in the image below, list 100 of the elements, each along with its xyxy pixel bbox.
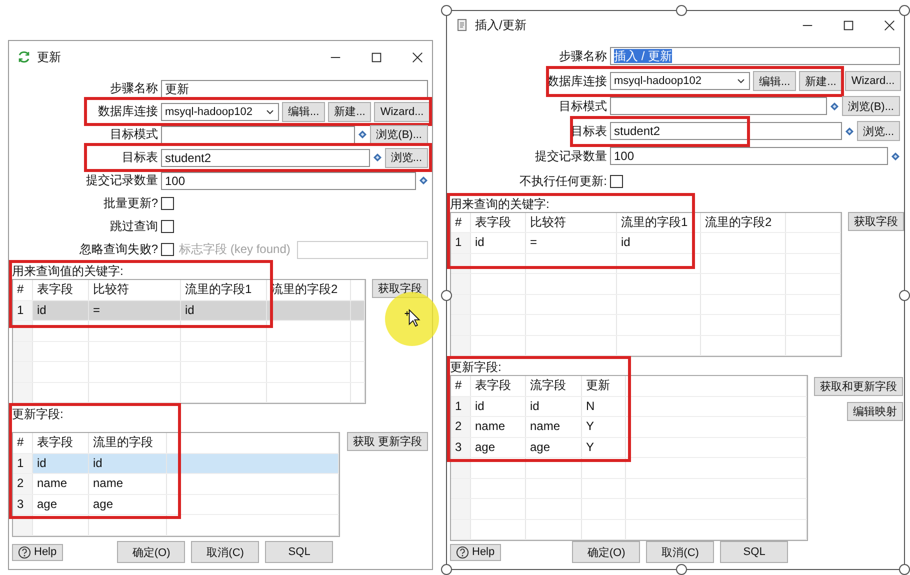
caret-icon[interactable] xyxy=(736,76,746,86)
get-fields-button[interactable]: 获取和更新字段 xyxy=(814,377,903,396)
maximize-icon[interactable] xyxy=(842,18,855,32)
text-field[interactable]: 更新 xyxy=(161,80,428,98)
table-row[interactable]: 1 id = id xyxy=(13,300,365,321)
checkbox[interactable] xyxy=(161,197,174,210)
section-label: 更新字段: xyxy=(12,407,64,422)
column-header[interactable]: 表字段 xyxy=(33,433,89,452)
checkbox[interactable] xyxy=(161,220,174,233)
text-field[interactable] xyxy=(161,126,356,144)
table-row[interactable]: 3 age age Y xyxy=(451,438,807,458)
column-header[interactable]: # xyxy=(451,376,471,396)
variable-icon xyxy=(830,102,840,110)
maximize-icon[interactable] xyxy=(370,50,383,64)
dialog-button[interactable]: 编辑... xyxy=(753,71,796,91)
dialog-button[interactable]: 编辑... xyxy=(282,102,326,122)
selection-handle[interactable] xyxy=(441,290,452,301)
selection-handle[interactable] xyxy=(441,564,452,575)
browse-button[interactable]: 浏览(B)... xyxy=(370,124,428,144)
table-cell: 3 xyxy=(451,438,471,457)
selection-handle[interactable] xyxy=(676,5,686,16)
dropdown[interactable]: msyql-hadoop102 xyxy=(161,102,279,120)
text-field[interactable]: 100 xyxy=(161,172,416,190)
column-header[interactable]: 流里的字段2 xyxy=(701,212,786,232)
field-label: 目标表 xyxy=(121,149,159,166)
dialog-button[interactable]: 新建... xyxy=(328,102,372,122)
table-cell: = xyxy=(526,233,617,252)
table-row[interactable]: 3 age age xyxy=(13,494,339,515)
table-row[interactable]: 2 name name Y xyxy=(451,417,807,438)
column-header[interactable]: 流里的字段1 xyxy=(617,212,701,232)
text-field[interactable]: student2 xyxy=(610,122,842,140)
dialog-button[interactable]: 确定(O) xyxy=(572,541,640,563)
table-row[interactable]: 1 id = id xyxy=(451,233,841,254)
get-fields-button[interactable]: 获取 更新字段 xyxy=(346,432,428,451)
table-cell: age xyxy=(471,438,526,457)
dialog-button[interactable]: Wizard... xyxy=(374,102,430,122)
table-cell: Y xyxy=(582,438,626,457)
get-fields-button[interactable]: 编辑映射 xyxy=(847,402,903,421)
variable-icon xyxy=(844,126,854,136)
help-icon[interactable] xyxy=(18,546,31,558)
column-header[interactable]: # xyxy=(13,280,33,300)
help-icon[interactable] xyxy=(456,546,469,558)
selection-handle[interactable] xyxy=(441,5,452,16)
help-button[interactable]: Help xyxy=(12,544,63,560)
table-cell: age xyxy=(89,494,167,514)
field-label: 提交记录数量 xyxy=(85,172,159,189)
table-cell: 1 xyxy=(451,396,471,416)
dialog-button[interactable]: 确定(O) xyxy=(117,541,186,563)
dialog-button[interactable]: 取消(C) xyxy=(646,541,714,563)
text-field[interactable]: 插入 / 更新 xyxy=(610,47,900,65)
column-header[interactable]: 比较符 xyxy=(526,212,617,232)
section-label: 用来查询值的关键字: xyxy=(12,264,124,279)
dialog-button[interactable]: SQL xyxy=(720,541,788,563)
dialog-button[interactable]: 取消(C) xyxy=(191,541,260,563)
field-label: 跳过查询 xyxy=(109,218,159,235)
column-header[interactable]: 比较符 xyxy=(89,280,181,300)
dialog-button[interactable]: 新建... xyxy=(799,71,842,91)
variable-icon xyxy=(419,176,428,185)
browse-button[interactable]: 浏览... xyxy=(856,121,900,141)
dialog-button[interactable]: SQL xyxy=(265,541,334,563)
close-icon[interactable] xyxy=(411,50,424,64)
text-field[interactable]: student2 xyxy=(161,148,370,166)
field-label: 批量更新? xyxy=(102,195,159,212)
close-icon[interactable] xyxy=(883,18,896,32)
table-row[interactable]: 1 id id N xyxy=(451,396,807,417)
window-title: 更新 xyxy=(37,48,61,66)
get-fields-button[interactable]: 获取字段 xyxy=(848,212,904,230)
table-cell: name xyxy=(33,474,89,494)
column-header[interactable]: # xyxy=(13,433,33,452)
column-header[interactable]: # xyxy=(451,212,471,232)
table-cell: name xyxy=(89,474,167,494)
selection-handle[interactable] xyxy=(899,290,910,301)
dialog-button[interactable]: Wizard... xyxy=(845,71,901,91)
selection-handle[interactable] xyxy=(899,564,910,575)
browse-button[interactable]: 浏览... xyxy=(384,148,428,168)
selection-handle[interactable] xyxy=(899,5,910,16)
variable-icon xyxy=(891,152,900,160)
column-header[interactable]: 表字段 xyxy=(471,376,526,396)
checkbox[interactable] xyxy=(610,174,623,188)
column-header[interactable]: 表字段 xyxy=(471,212,526,232)
refresh-icon xyxy=(17,50,31,64)
field-label: 不执行任何更新: xyxy=(518,172,608,190)
column-header[interactable]: 流里的字段1 xyxy=(181,280,267,300)
column-header[interactable]: 流里的字段 xyxy=(89,433,167,452)
table-row[interactable]: 2 name name xyxy=(13,474,339,494)
field-label: 数据库连接 xyxy=(97,103,159,120)
selection-handle[interactable] xyxy=(676,564,686,575)
table-cell: 1 xyxy=(13,300,33,320)
browse-button[interactable]: 浏览(B)... xyxy=(842,96,900,116)
help-button[interactable]: Help xyxy=(450,544,501,560)
column-header[interactable]: 流字段 xyxy=(526,376,582,396)
text-field[interactable] xyxy=(610,97,828,115)
dropdown[interactable]: msyql-hadoop102 xyxy=(610,72,750,90)
column-header[interactable]: 更新 xyxy=(582,376,626,396)
column-header[interactable]: 表字段 xyxy=(33,280,89,300)
text-field[interactable]: 100 xyxy=(610,147,888,165)
field-label: 步骤名称 xyxy=(109,80,159,97)
checkbox[interactable] xyxy=(161,243,174,256)
table-row[interactable]: 1 id id xyxy=(13,454,339,474)
field-label: 忽略查询失败? xyxy=(78,241,159,258)
